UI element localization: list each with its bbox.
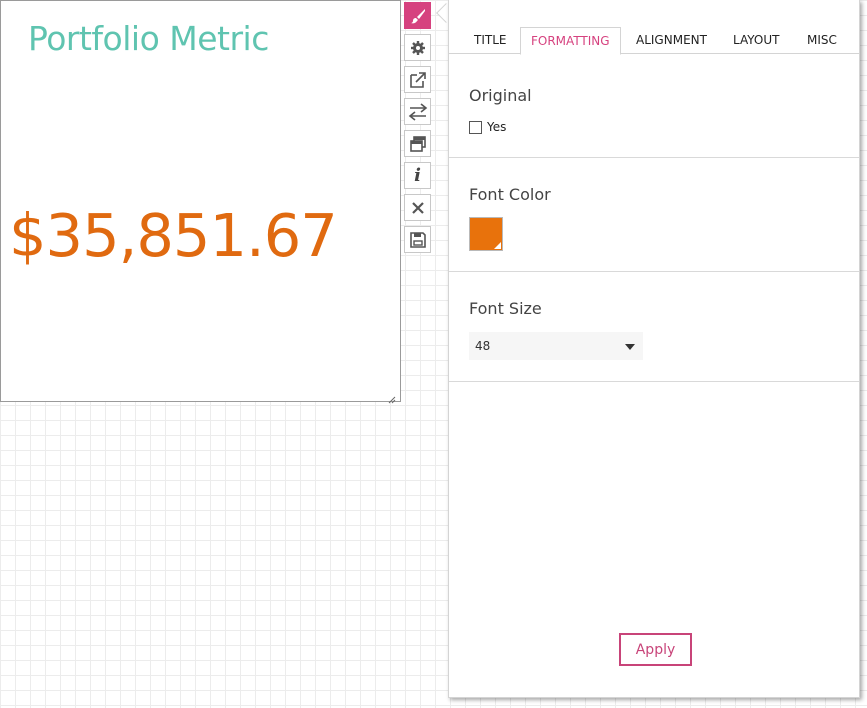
swap-button[interactable] — [404, 98, 431, 125]
swatch-corner-icon — [494, 242, 501, 249]
original-checkbox-label: Yes — [487, 120, 507, 134]
paintbrush-icon — [410, 8, 425, 23]
open-external-button[interactable] — [404, 66, 431, 93]
font-color-swatch[interactable] — [469, 217, 503, 251]
save-icon — [409, 231, 426, 248]
settings-button[interactable] — [404, 34, 431, 61]
copy-windows-icon — [409, 135, 426, 152]
formatting-panel: TITLE FORMATTING ALIGNMENT LAYOUT MISC O… — [448, 0, 860, 698]
tab-title[interactable]: TITLE — [474, 27, 506, 54]
tab-formatting[interactable]: FORMATTING — [520, 27, 621, 55]
original-checkbox[interactable] — [469, 120, 482, 134]
duplicate-button[interactable] — [404, 130, 431, 157]
format-button[interactable] — [404, 2, 431, 29]
tab-alignment[interactable]: ALIGNMENT — [636, 27, 707, 54]
info-button[interactable]: i — [404, 162, 431, 189]
gear-icon — [410, 40, 425, 55]
metric-value: $35,851.67 — [9, 201, 338, 270]
apply-button[interactable]: Apply — [619, 633, 692, 666]
original-section — [449, 54, 859, 158]
info-icon: i — [414, 165, 421, 186]
font-size-select[interactable]: 48 — [469, 332, 643, 360]
save-button[interactable] — [404, 226, 431, 253]
original-label: Original — [469, 86, 532, 105]
font-size-section — [449, 272, 859, 382]
tab-layout[interactable]: LAYOUT — [733, 27, 779, 54]
panel-tabs: TITLE FORMATTING ALIGNMENT LAYOUT MISC — [449, 27, 859, 55]
metric-widget[interactable]: Portfolio Metric $35,851.67 — [0, 0, 401, 404]
font-color-section — [449, 158, 859, 272]
font-size-value: 48 — [475, 339, 491, 353]
remove-button[interactable] — [404, 194, 431, 221]
original-checkbox-row[interactable]: Yes — [469, 120, 506, 134]
tab-misc[interactable]: MISC — [807, 27, 837, 54]
resize-handle-icon[interactable] — [388, 389, 396, 404]
font-size-label: Font Size — [469, 299, 542, 318]
external-link-icon — [409, 71, 426, 88]
close-icon — [411, 201, 424, 214]
swap-arrows-icon — [408, 102, 427, 121]
widget-title: Portfolio Metric — [28, 19, 269, 58]
font-color-label: Font Color — [469, 185, 551, 204]
chevron-down-icon — [625, 344, 635, 350]
